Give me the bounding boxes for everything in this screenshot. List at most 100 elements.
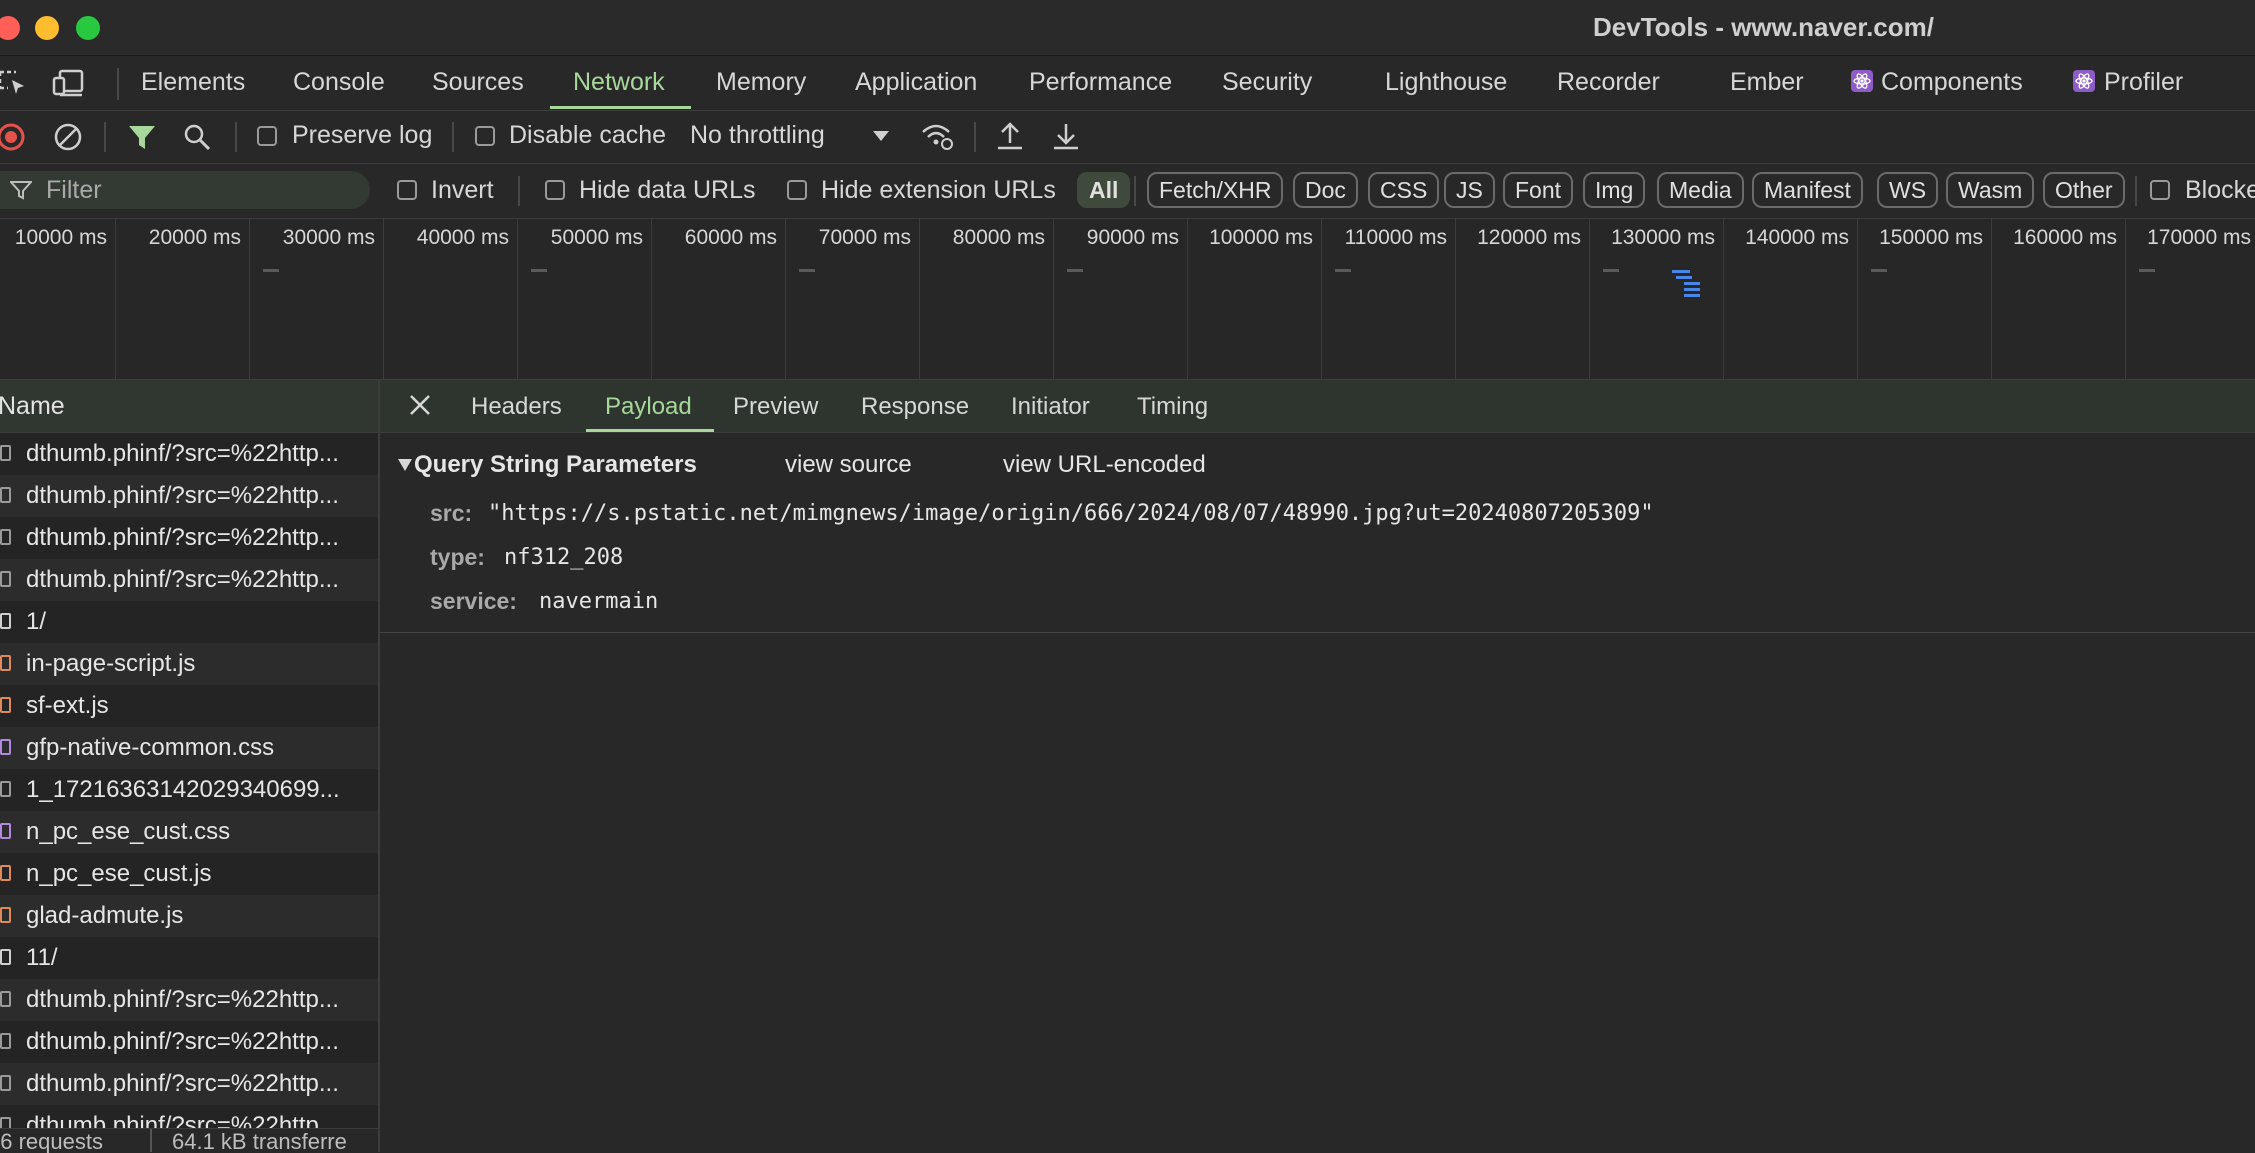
timeline-tick-label: 100000 ms: [1209, 226, 1313, 249]
request-row[interactable]: dthumb.phinf/?src=%22http...: [0, 559, 378, 601]
hide-extension-urls-checkbox[interactable]: [787, 180, 807, 200]
search-icon[interactable]: [182, 122, 212, 152]
tab-sources[interactable]: Sources: [432, 68, 524, 97]
minimize-window-button[interactable]: [35, 16, 59, 40]
chevron-down-icon[interactable]: [872, 129, 890, 143]
request-row[interactable]: dthumb.phinf/?src=%22http...: [0, 517, 378, 559]
view-source-link[interactable]: view source: [785, 451, 912, 479]
triangle-down-icon[interactable]: [397, 458, 413, 472]
request-row[interactable]: dthumb.phinf/?src=%22http...: [0, 433, 378, 475]
clear-icon[interactable]: [53, 122, 83, 152]
type-filter-fetch-xhr[interactable]: Fetch/XHR: [1147, 172, 1284, 208]
device-toolbar-icon[interactable]: [52, 68, 86, 98]
active-detail-tab-indicator: [586, 429, 714, 432]
tab-preview[interactable]: Preview: [733, 393, 818, 421]
tab-headers[interactable]: Headers: [471, 393, 562, 421]
network-conditions-icon[interactable]: [920, 120, 954, 152]
tab-recorder[interactable]: Recorder: [1557, 68, 1660, 97]
request-row[interactable]: gfp-native-common.css: [0, 727, 378, 769]
type-filter-other[interactable]: Other: [2043, 172, 2125, 208]
throttling-select[interactable]: No throttling: [690, 121, 825, 150]
type-filter-img[interactable]: Img: [1583, 172, 1646, 208]
request-row[interactable]: sf-ext.js: [0, 685, 378, 727]
timeline-request-mark: [1335, 269, 1351, 272]
tab-ember[interactable]: Ember: [1730, 68, 1804, 97]
tab-network[interactable]: Network: [573, 68, 665, 97]
timeline-tick-label: 170000 ms: [2147, 226, 2251, 249]
tab-application[interactable]: Application: [855, 68, 977, 97]
request-row[interactable]: n_pc_ese_cust.js: [0, 853, 378, 895]
type-filter-doc[interactable]: Doc: [1293, 172, 1358, 208]
tab-initiator[interactable]: Initiator: [1011, 393, 1090, 421]
toolbar-divider: [974, 122, 976, 152]
tab-elements[interactable]: Elements: [141, 68, 245, 97]
view-url-encoded-link[interactable]: view URL-encoded: [1003, 451, 1206, 479]
request-name: 1_17216363142029340699...: [26, 776, 340, 803]
tab-memory[interactable]: Memory: [716, 68, 806, 97]
img-file-icon: [0, 487, 11, 503]
timeline-tick-label: 150000 ms: [1879, 226, 1983, 249]
js-file-icon: [0, 907, 11, 923]
request-row[interactable]: n_pc_ese_cust.css: [0, 811, 378, 853]
download-icon[interactable]: [1051, 121, 1081, 151]
type-filter-manifest[interactable]: Manifest: [1752, 172, 1863, 208]
record-icon[interactable]: [0, 122, 26, 152]
react-icon: [1851, 70, 1873, 92]
filter-icon[interactable]: [127, 122, 157, 152]
invert-checkbox[interactable]: [397, 180, 417, 200]
request-name: sf-ext.js: [26, 692, 109, 719]
request-row[interactable]: dthumb.phinf/?src=%22http...: [0, 979, 378, 1021]
disable-cache-checkbox[interactable]: [475, 126, 495, 146]
toolbar-divider: [452, 122, 454, 152]
request-row[interactable]: 1/: [0, 601, 378, 643]
timeline-tick-label: 60000 ms: [684, 226, 777, 249]
tab-security[interactable]: Security: [1222, 68, 1312, 97]
request-row[interactable]: 11/: [0, 937, 378, 979]
request-row[interactable]: dthumb.phinf/?src=%22http...: [0, 1021, 378, 1063]
timeline-tick-label: 20000 ms: [148, 226, 241, 249]
css-file-icon: [0, 739, 11, 755]
img-file-icon: [0, 529, 11, 545]
timeline-tick-label: 160000 ms: [2013, 226, 2117, 249]
request-row[interactable]: 1_17216363142029340699...: [0, 769, 378, 811]
preserve-log-checkbox[interactable]: [257, 126, 277, 146]
inspect-element-icon[interactable]: [0, 68, 28, 98]
filter-icon: [8, 180, 34, 200]
css-file-icon: [0, 823, 11, 839]
timeline-gridline: [517, 219, 518, 379]
upload-icon[interactable]: [995, 121, 1025, 151]
js-file-icon: [0, 697, 11, 713]
type-filter-ws[interactable]: WS: [1877, 172, 1939, 208]
tab-timing[interactable]: Timing: [1137, 393, 1208, 421]
type-filter-font[interactable]: Font: [1503, 172, 1574, 208]
timeline-gridline: [1723, 219, 1724, 379]
preserve-log-label: Preserve log: [292, 121, 433, 149]
request-row[interactable]: glad-admute.js: [0, 895, 378, 937]
hide-data-urls-checkbox[interactable]: [545, 180, 565, 200]
request-row[interactable]: dthumb.phinf/?src=%22http...: [0, 1063, 378, 1105]
tab-lighthouse[interactable]: Lighthouse: [1385, 68, 1507, 97]
name-column-header[interactable]: Name: [0, 380, 378, 433]
type-filter-all[interactable]: All: [1077, 172, 1131, 208]
type-filter-js[interactable]: JS: [1444, 172, 1495, 208]
timeline-gridline: [785, 219, 786, 379]
request-row[interactable]: in-page-script.js: [0, 643, 378, 685]
type-filter-css[interactable]: CSS: [1368, 172, 1440, 208]
tab-profiler[interactable]: Profiler: [2104, 68, 2183, 97]
zoom-window-button[interactable]: [76, 16, 100, 40]
request-row[interactable]: dthumb.phinf/?src=%22http...: [0, 475, 378, 517]
tab-console[interactable]: Console: [293, 68, 385, 97]
tab-performance[interactable]: Performance: [1029, 68, 1172, 97]
type-filter-media[interactable]: Media: [1657, 172, 1744, 208]
tab-payload[interactable]: Payload: [605, 393, 692, 421]
transferred-size: 64.1 kB transferre: [172, 1129, 347, 1153]
close-icon[interactable]: [408, 393, 432, 417]
request-name: gfp-native-common.css: [26, 734, 275, 761]
tab-response[interactable]: Response: [861, 393, 969, 421]
timeline-gridline: [2125, 219, 2126, 379]
tab-components[interactable]: Components: [1881, 68, 2023, 97]
blocked-requests-checkbox[interactable]: [2150, 180, 2170, 200]
type-filter-wasm[interactable]: Wasm: [1946, 172, 2035, 208]
section-title[interactable]: Query String Parameters: [414, 451, 697, 479]
timeline-tick-label: 70000 ms: [818, 226, 911, 249]
